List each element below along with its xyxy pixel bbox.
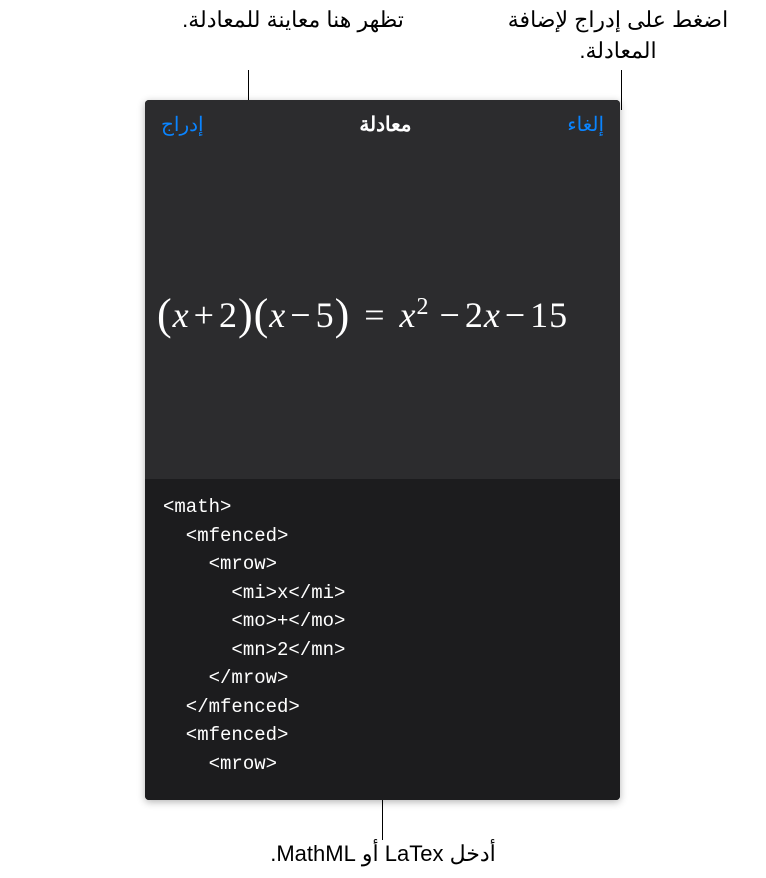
num-2: 2 [465, 295, 484, 335]
paren-open: ( [254, 290, 270, 339]
callout-insert-hint: اضغط على إدراج لإضافة المعادلة. [498, 5, 738, 67]
var-x: x [400, 295, 417, 335]
num-15: 15 [530, 295, 568, 335]
insert-button[interactable]: إدراج [161, 112, 204, 137]
callout-leader-line [621, 70, 622, 110]
num-2: 2 [219, 295, 238, 335]
cancel-button[interactable]: إلغاء [567, 112, 604, 137]
var-x: x [173, 295, 190, 335]
op-minus: − [440, 295, 461, 335]
paren-open: ( [157, 290, 173, 339]
equation-source-input[interactable]: <math> <mfenced> <mrow> <mi>x</mi> <mo>+… [145, 479, 620, 800]
paren-close: ) [335, 290, 351, 339]
op-minus: − [290, 295, 311, 335]
var-x: x [269, 295, 286, 335]
superscript-2: 2 [417, 294, 430, 320]
rendered-equation: (x+2)(x−5) = x2−2x−15 [157, 289, 568, 340]
paren-close: ) [238, 290, 254, 339]
op-equals: = [364, 295, 385, 335]
op-plus: + [194, 295, 215, 335]
num-5: 5 [316, 295, 335, 335]
op-minus: − [505, 295, 526, 335]
callout-input-hint: أدخل LaTex أو MathML. [233, 839, 533, 870]
dialog-header: إلغاء معادلة إدراج [145, 100, 620, 149]
equation-dialog: إلغاء معادلة إدراج (x+2)(x−5) = x2−2x−15… [145, 100, 620, 800]
dialog-title: معادلة [359, 112, 411, 137]
var-x: x [484, 295, 501, 335]
callout-preview-hint: تظهر هنا معاينة للمعادلة. [153, 5, 433, 36]
equation-preview: (x+2)(x−5) = x2−2x−15 [145, 149, 620, 479]
